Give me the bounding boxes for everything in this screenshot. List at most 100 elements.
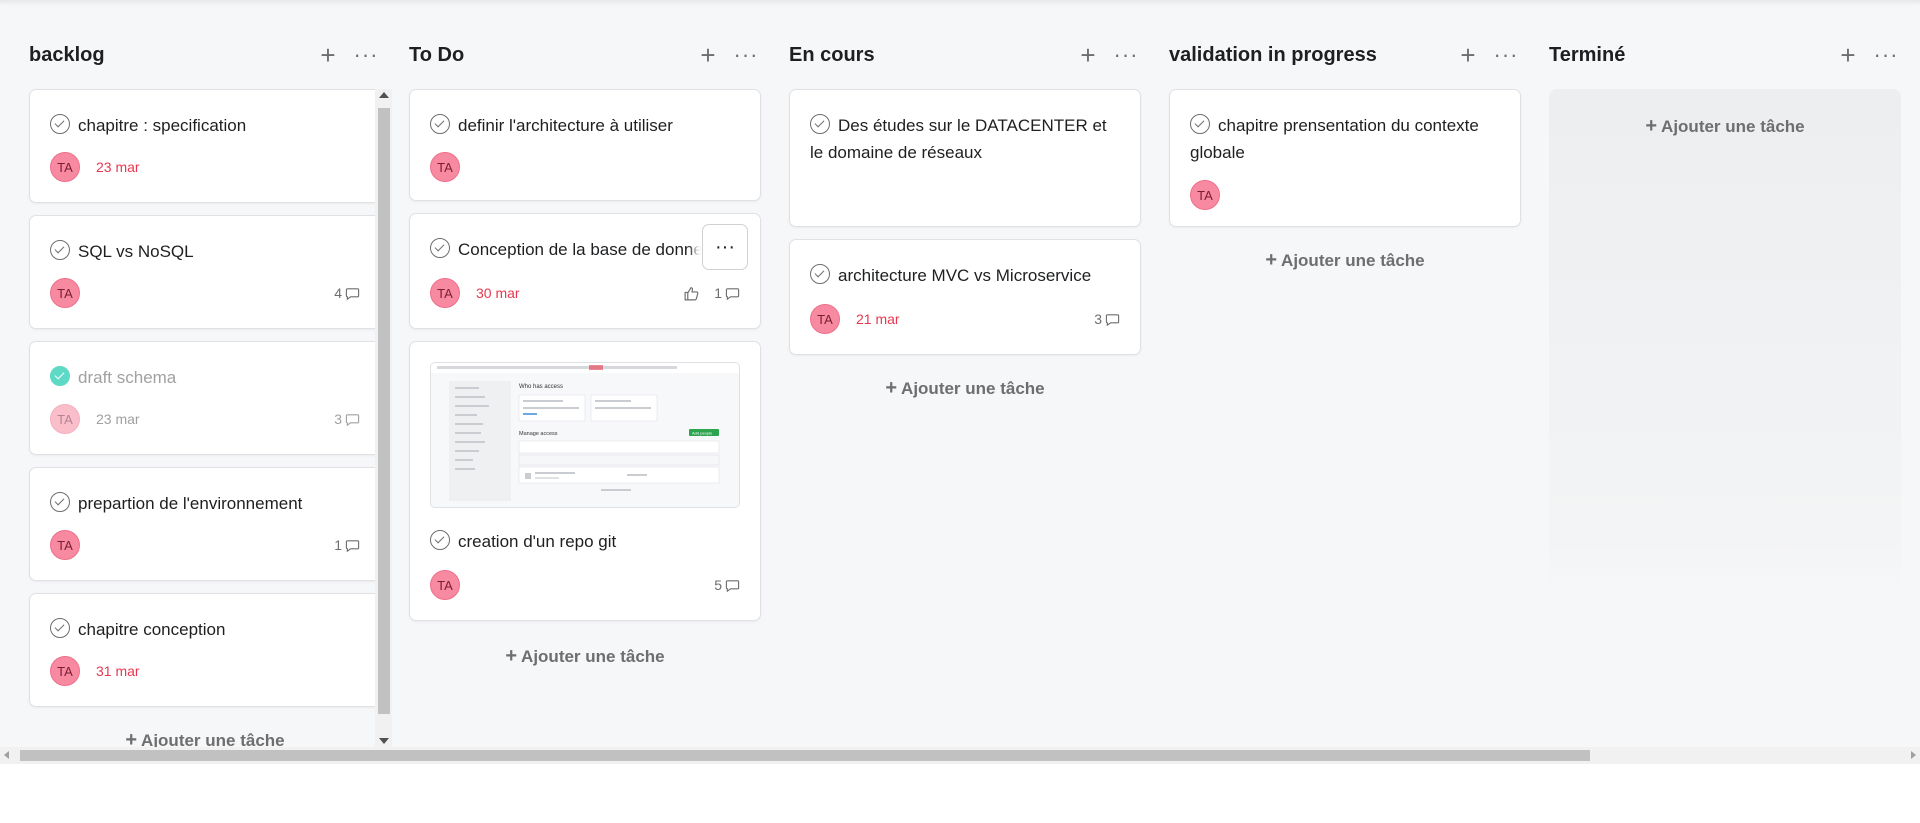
column-header: Terminé + ··· [1549, 37, 1901, 73]
comment-count[interactable]: 3 [334, 411, 360, 427]
check-circle-icon[interactable] [50, 114, 70, 134]
check-circle-icon[interactable] [430, 114, 450, 134]
check-circle-icon[interactable] [810, 264, 830, 284]
check-circle-icon[interactable] [430, 530, 450, 550]
avatar[interactable]: TA [50, 278, 80, 308]
due-date[interactable]: 23 mar [96, 159, 140, 175]
task-card[interactable]: chapitre : specification TA 23 mar [29, 89, 381, 203]
plus-icon[interactable]: + [1073, 40, 1103, 70]
due-date[interactable]: 30 mar [476, 285, 520, 301]
screenshot-image: Who has access Manage access Add people [431, 363, 739, 501]
task-card[interactable]: definir l'architecture à utiliser TA [409, 89, 761, 201]
column-title: backlog [29, 43, 105, 66]
task-title: definir l'architecture à utiliser [458, 116, 673, 135]
check-circle-icon[interactable] [50, 492, 70, 512]
column-title: Terminé [1549, 43, 1626, 66]
more-horizontal-icon[interactable]: ··· [1111, 40, 1141, 70]
plus-icon[interactable]: + [693, 40, 723, 70]
task-title: prepartion de l'environnement [78, 494, 303, 513]
avatar[interactable]: TA [810, 304, 840, 334]
due-date[interactable]: 23 mar [96, 411, 140, 427]
comment-icon [345, 539, 360, 552]
plus-icon: + [1645, 115, 1658, 137]
attachment-thumbnail[interactable]: Who has access Manage access Add people [430, 362, 740, 508]
column-header: En cours + ··· [789, 37, 1141, 73]
plus-icon[interactable]: + [313, 40, 343, 70]
task-card[interactable]: draft schema TA 23 mar 3 [29, 341, 381, 455]
more-horizontal-icon: ··· [715, 235, 735, 258]
task-card[interactable]: prepartion de l'environnement TA 1 [29, 467, 381, 581]
check-circle-icon[interactable] [50, 366, 70, 386]
task-card[interactable]: architecture MVC vs Microservice TA 21 m… [789, 239, 1141, 355]
task-title: chapitre conception [78, 620, 226, 639]
plus-icon: + [505, 645, 518, 667]
board: backlog + ··· chapitre : specification T… [0, 0, 1920, 764]
task-title: Des études sur le DATACENTER et le domai… [810, 116, 1107, 162]
task-title: chapitre : specification [78, 116, 247, 135]
comment-count[interactable]: 1 [714, 285, 740, 301]
scroll-right-icon[interactable] [1911, 751, 1916, 759]
add-task-button[interactable]: + Ajouter une tâche [789, 377, 1141, 400]
scrollbar-thumb[interactable] [20, 750, 1590, 761]
check-circle-icon[interactable] [50, 618, 70, 638]
plus-icon[interactable]: + [1833, 40, 1863, 70]
column-title: To Do [409, 43, 465, 66]
task-card[interactable]: Who has access Manage access Add people [409, 341, 761, 621]
task-card[interactable]: SQL vs NoSQL TA 4 [29, 215, 381, 329]
comment-count[interactable]: 5 [714, 577, 740, 593]
check-circle-icon[interactable] [1190, 114, 1210, 134]
more-horizontal-icon[interactable]: ··· [731, 40, 761, 70]
task-card[interactable]: Conception de la base de donne ··· TA 30… [409, 213, 761, 329]
thumbnail-section: Manage access [519, 431, 558, 437]
plus-icon: + [885, 377, 898, 399]
comment-count[interactable]: 1 [334, 537, 360, 553]
avatar[interactable]: TA [50, 404, 80, 434]
avatar[interactable]: TA [430, 278, 460, 308]
like-button[interactable] [683, 285, 700, 302]
avatar[interactable]: TA [50, 152, 80, 182]
add-task-button[interactable]: + Ajouter une tâche [1169, 249, 1521, 272]
scrollbar-thumb[interactable] [378, 108, 390, 714]
due-date[interactable]: 31 mar [96, 663, 140, 679]
check-circle-icon[interactable] [50, 240, 70, 260]
avatar[interactable]: TA [50, 530, 80, 560]
card-more-button[interactable]: ··· [702, 224, 748, 270]
thumbnail-button: Add people [692, 431, 713, 436]
scroll-up-icon[interactable] [379, 92, 389, 98]
plus-icon[interactable]: + [1453, 40, 1483, 70]
task-card[interactable]: chapitre conception TA 31 mar [29, 593, 381, 707]
task-title: SQL vs NoSQL [78, 242, 194, 261]
due-date[interactable]: 21 mar [856, 311, 900, 327]
comment-icon [1105, 313, 1120, 326]
scroll-down-icon[interactable] [379, 738, 389, 744]
thumbs-up-icon [684, 286, 699, 300]
column-header: To Do + ··· [409, 37, 761, 73]
add-task-button[interactable]: + Ajouter une tâche [1549, 115, 1901, 138]
task-card[interactable]: chapitre prensentation du contexte globa… [1169, 89, 1521, 227]
task-title: architecture MVC vs Microservice [838, 266, 1092, 285]
check-circle-icon[interactable] [430, 238, 450, 258]
avatar[interactable]: TA [50, 656, 80, 686]
column-header: backlog + ··· [29, 37, 381, 73]
comment-count[interactable]: 4 [334, 285, 360, 301]
vertical-scrollbar[interactable] [375, 89, 392, 747]
task-title: Conception de la base de donne [458, 240, 703, 259]
scroll-left-icon[interactable] [4, 751, 9, 759]
horizontal-scrollbar[interactable] [0, 747, 1920, 764]
comment-icon [725, 579, 740, 592]
more-horizontal-icon[interactable]: ··· [351, 40, 381, 70]
comment-count[interactable]: 3 [1094, 311, 1120, 327]
more-horizontal-icon[interactable]: ··· [1871, 40, 1901, 70]
more-horizontal-icon[interactable]: ··· [1491, 40, 1521, 70]
comment-icon [345, 287, 360, 300]
check-circle-icon[interactable] [810, 114, 830, 134]
avatar[interactable]: TA [1190, 180, 1220, 210]
empty-column-dropzone[interactable] [1549, 89, 1901, 589]
add-task-button[interactable]: + Ajouter une tâche [409, 645, 761, 668]
plus-icon: + [1265, 249, 1278, 271]
avatar[interactable]: TA [430, 152, 460, 182]
task-title: chapitre prensentation du contexte globa… [1190, 116, 1479, 162]
task-title: creation d'un repo git [458, 532, 617, 551]
task-card[interactable]: Des études sur le DATACENTER et le domai… [789, 89, 1141, 227]
avatar[interactable]: TA [430, 570, 460, 600]
